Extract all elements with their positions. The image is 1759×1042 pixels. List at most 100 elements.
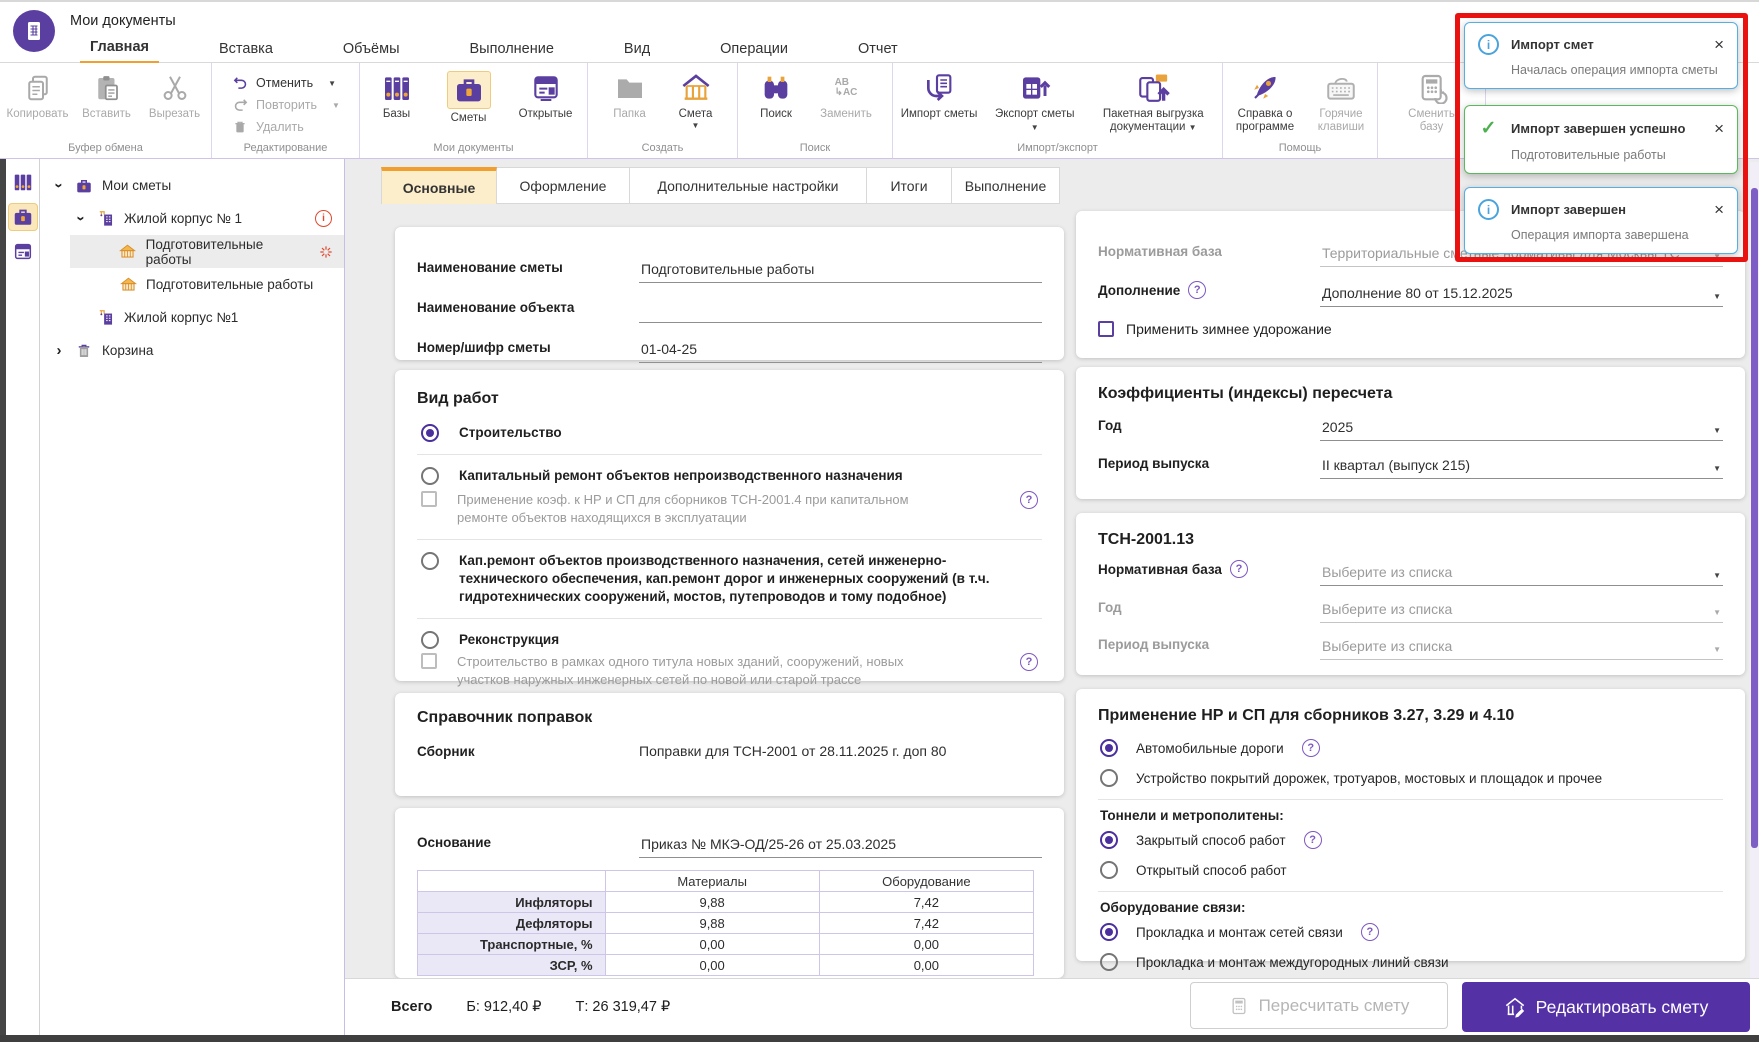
edit-estimate-button[interactable]: Редактировать смету — [1462, 982, 1750, 1032]
help-icon[interactable]: ? — [1188, 281, 1207, 299]
tab-vypolnenie[interactable]: Выполнение — [952, 167, 1060, 204]
addition-select[interactable]: Дополнение 80 от 15.12.2025 ▼ — [1320, 283, 1723, 307]
estimate-number-input[interactable]: 01-04-25 — [639, 339, 1042, 363]
chevron-down-icon[interactable]: › — [51, 179, 68, 193]
warning-info-icon[interactable]: i — [315, 210, 332, 227]
chevron-right-icon[interactable]: › — [52, 342, 66, 359]
menu-item-glavnaya[interactable]: Главная — [80, 32, 159, 65]
recalculate-button[interactable]: Пересчитать смету — [1190, 982, 1448, 1029]
nrsp-option-comm-intercity[interactable]: Прокладка и монтаж междугородных линий с… — [1098, 947, 1723, 977]
help-icon[interactable]: ? — [1020, 491, 1038, 510]
rail-opened-button[interactable] — [8, 238, 38, 266]
help-icon[interactable]: ? — [1360, 923, 1379, 941]
work-type-option-capital-repair[interactable]: Капитальный ремонт объектов непроизводст… — [417, 457, 1042, 487]
tab-osnovnye[interactable]: Основные — [381, 167, 497, 204]
tree-item-my-estimates[interactable]: › Мои сметы — [40, 169, 344, 202]
change-base-button[interactable]: Сменить базу — [1391, 68, 1473, 134]
help-icon[interactable]: ? — [1303, 831, 1322, 849]
import-estimate-button[interactable]: Импорт сметы — [893, 68, 985, 121]
undo-button[interactable]: Отменить ▼ — [231, 74, 340, 92]
tree-item-object-2[interactable]: Жилой корпус №1 — [40, 301, 344, 334]
chevron-down-icon[interactable]: › — [73, 212, 90, 226]
export-estimate-button[interactable]: Экспорт сметы ▼ — [985, 68, 1084, 134]
rail-bases-button[interactable] — [8, 168, 38, 196]
radio-off-icon[interactable] — [1100, 953, 1118, 971]
menu-item-otchet[interactable]: Отчет — [848, 32, 908, 65]
nrsp-option-pavements[interactable]: Устройство покрытий дорожек, тротуаров, … — [1098, 763, 1723, 793]
batch-export-button[interactable]: Пакетная выгрузка документации ▼ — [1084, 68, 1222, 134]
tab-oformlenie[interactable]: Оформление — [497, 167, 630, 204]
redo-caret-icon[interactable]: ▼ — [332, 101, 340, 110]
tab-dop-nastroyki[interactable]: Дополнительные настройки — [630, 167, 867, 204]
period-select[interactable]: II квартал (выпуск 215) ▼ — [1320, 455, 1723, 479]
opened-button[interactable]: Открытые — [508, 68, 584, 121]
work-type-suboption-tsn4[interactable]: Применение коэф. к НР и СП для сборников… — [417, 487, 1042, 536]
nrsp-option-closed-method[interactable]: Закрытый способ работ ? — [1098, 825, 1723, 855]
close-icon[interactable]: × — [1714, 201, 1724, 218]
tsn13-period-select[interactable]: Выберите из списка ▼ — [1320, 636, 1723, 660]
radio-off-icon[interactable] — [1100, 861, 1118, 879]
menu-item-vypolnenie[interactable]: Выполнение — [460, 32, 564, 65]
undo-caret-icon[interactable]: ▼ — [328, 79, 336, 88]
nrsp-option-open-method[interactable]: Открытый способ работ — [1098, 855, 1723, 885]
export-caret-icon[interactable]: ▼ — [1031, 123, 1039, 132]
work-type-option-construction[interactable]: Строительство — [417, 414, 1042, 452]
radio-off-icon[interactable] — [421, 551, 439, 570]
tree-item-trash[interactable]: › Корзина — [40, 334, 344, 367]
close-icon[interactable]: × — [1714, 120, 1724, 137]
help-icon[interactable]: ? — [1020, 653, 1038, 672]
basis-input[interactable]: Приказ № МКЭ-ОД/25-26 от 25.03.2025 — [639, 834, 1042, 858]
menu-item-obyomy[interactable]: Объёмы — [333, 32, 410, 65]
radio-off-icon[interactable] — [421, 467, 439, 486]
radio-on-icon[interactable] — [1100, 923, 1118, 941]
batch-caret-icon[interactable]: ▼ — [1189, 123, 1197, 132]
object-name-input[interactable] — [639, 299, 1042, 323]
work-type-option-reconstruction[interactable]: Реконструкция — [417, 621, 1042, 651]
help-icon[interactable]: ? — [1229, 560, 1248, 578]
tree-item-object-1[interactable]: › Жилой корпус № 1 i — [40, 202, 344, 235]
radio-on-icon[interactable] — [1100, 831, 1118, 849]
radio-off-icon[interactable] — [1100, 769, 1118, 787]
new-estimate-button[interactable]: Смета ▼ — [663, 68, 729, 130]
bases-button[interactable]: Базы — [364, 68, 430, 121]
collection-value[interactable]: Поправки для ТСН-2001 от 28.11.2025 г. д… — [639, 743, 1042, 767]
tab-itogi[interactable]: Итоги — [867, 167, 952, 204]
work-type-option-prod-repair[interactable]: Кап.ремонт объектов производственного на… — [417, 542, 1042, 617]
new-folder-button[interactable]: Папка — [597, 68, 663, 121]
delete-button[interactable]: Удалить — [231, 118, 340, 136]
rail-estimates-button[interactable] — [7, 203, 38, 231]
redo-button[interactable]: Повторить ▼ — [231, 96, 340, 114]
about-button[interactable]: Справка о программе — [1224, 68, 1306, 134]
radio-on-icon[interactable] — [421, 424, 439, 442]
copy-button[interactable]: Копировать — [2, 68, 74, 121]
menu-item-vstavka[interactable]: Вставка — [209, 32, 283, 65]
estimate-name-input[interactable]: Подготовительные работы — [639, 259, 1042, 283]
vertical-scrollbar[interactable] — [1750, 162, 1759, 978]
menu-item-vid[interactable]: Вид — [614, 32, 660, 65]
estimates-button[interactable]: Сметы — [430, 68, 508, 125]
radio-off-icon[interactable] — [421, 631, 439, 650]
help-icon[interactable]: ? — [1301, 739, 1320, 757]
radio-on-icon[interactable] — [1100, 739, 1118, 757]
checkbox-off-icon[interactable] — [1098, 321, 1114, 337]
menu-item-operacii[interactable]: Операции — [710, 32, 798, 65]
search-button[interactable]: Поиск — [745, 68, 807, 121]
scrollbar-thumb[interactable] — [1751, 188, 1758, 848]
nrsp-option-roads[interactable]: Автомобильные дороги ? — [1098, 733, 1723, 763]
new-estimate-caret-icon[interactable]: ▼ — [692, 121, 700, 130]
tree-item-estimate-1-selected[interactable]: Подготовительные работы — [70, 235, 344, 268]
paste-button[interactable]: Вставить — [74, 68, 140, 121]
checkbox-off-icon[interactable] — [421, 653, 437, 670]
winter-checkbox-row[interactable]: Применить зимнее удорожание — [1098, 321, 1723, 337]
tsn13-year-select[interactable]: Выберите из списка ▼ — [1320, 599, 1723, 623]
year-select[interactable]: 2025 ▼ — [1320, 417, 1723, 441]
close-icon[interactable]: × — [1714, 36, 1724, 53]
checkbox-off-icon[interactable] — [421, 491, 437, 508]
tree-item-estimate-2[interactable]: Подготовительные работы — [40, 268, 344, 301]
cut-button[interactable]: Вырезать — [140, 68, 210, 121]
replace-button[interactable]: AB ↳AC Заменить — [807, 68, 885, 121]
work-type-suboption-new-title[interactable]: Строительство в рамках одного титула нов… — [417, 651, 1042, 698]
nrsp-option-comm-networks[interactable]: Прокладка и монтаж сетей связи ? — [1098, 917, 1723, 947]
hotkeys-button[interactable]: Горячие клавиши — [1306, 68, 1376, 134]
tsn13-base-select[interactable]: Выберите из списка ▼ — [1320, 562, 1723, 586]
